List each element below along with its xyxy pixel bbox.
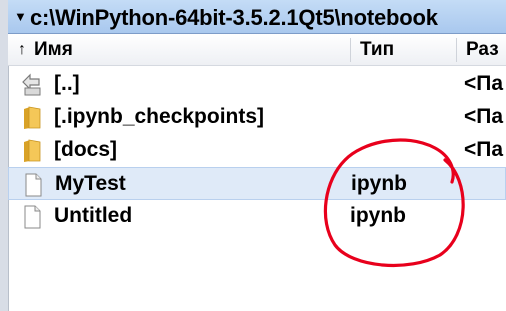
list-item[interactable]: [docs] <Па (8, 134, 506, 167)
file-type: ipynb (350, 204, 406, 227)
file-icon (21, 205, 43, 229)
chevron-down-icon[interactable]: ▼ (14, 9, 27, 24)
file-size: <Па (464, 72, 504, 95)
column-header: ↑ Имя Тип Раз (8, 34, 506, 66)
up-folder-icon (21, 73, 43, 97)
column-header-name[interactable]: Имя (34, 39, 73, 61)
file-name: [.ipynb_checkpoints] (54, 105, 265, 128)
file-icon (22, 173, 44, 197)
list-item[interactable]: [.ipynb_checkpoints] <Па (8, 101, 506, 134)
folder-icon (21, 139, 43, 163)
current-path: c:\WinPython-64bit-3.5.2.1Qt5\notebook (30, 5, 438, 30)
list-item[interactable]: [..] <Па (8, 68, 506, 101)
file-manager-panel: ▼ c:\WinPython-64bit-3.5.2.1Qt5\notebook… (0, 0, 506, 311)
file-type: ipynb (351, 172, 407, 195)
file-name: [docs] (54, 138, 117, 161)
file-name: MyTest (55, 172, 126, 195)
column-header-size[interactable]: Раз (466, 39, 499, 61)
column-divider[interactable] (350, 38, 351, 62)
file-list: [..] <Па [.ipynb_checkpoints] <Па [docs]… (8, 68, 506, 233)
folder-icon (21, 106, 43, 130)
column-divider[interactable] (456, 38, 457, 62)
list-item[interactable]: Untitled ipynb (8, 200, 506, 233)
file-name: Untitled (54, 204, 133, 227)
file-size: <Па (464, 138, 504, 161)
path-bar[interactable]: ▼ c:\WinPython-64bit-3.5.2.1Qt5\notebook (8, 0, 506, 34)
list-item[interactable]: MyTest ipynb (8, 167, 506, 200)
sort-ascending-icon: ↑ (18, 41, 26, 58)
column-header-type[interactable]: Тип (360, 39, 394, 61)
file-name: [..] (54, 72, 80, 95)
file-size: <Па (464, 105, 504, 128)
